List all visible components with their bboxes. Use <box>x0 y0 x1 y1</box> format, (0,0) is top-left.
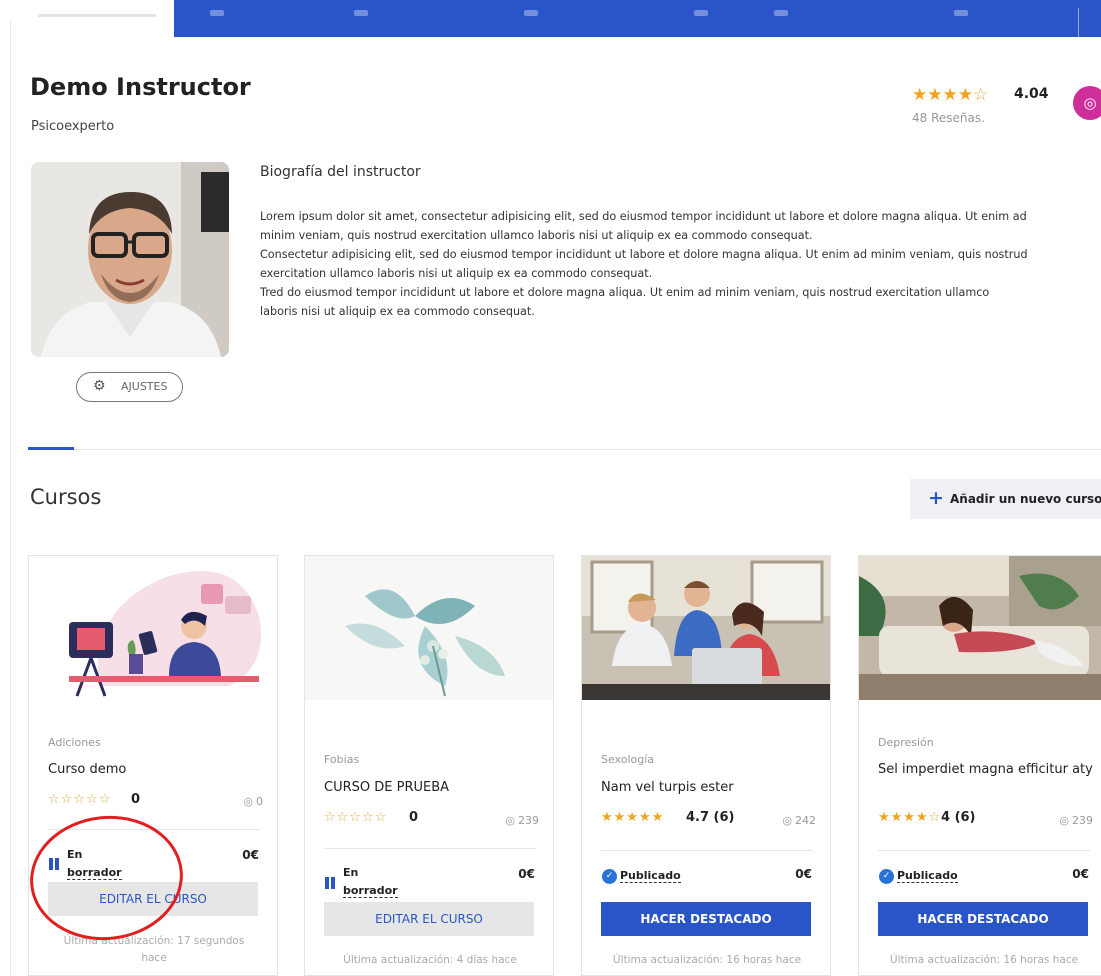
course-category: Depresión <box>878 736 934 749</box>
add-course-button[interactable]: + Añadir un nuevo curso <box>910 479 1101 519</box>
page-left-border <box>10 0 11 976</box>
courses-title: Cursos <box>30 485 102 509</box>
course-status[interactable]: Publicado <box>897 867 958 885</box>
course-title[interactable]: CURSO DE PRUEBA <box>324 779 544 796</box>
last-updated: Última actualización: 16 horas hace <box>612 954 802 966</box>
nav-icon[interactable] <box>694 10 708 16</box>
course-thumbnail[interactable] <box>29 556 277 700</box>
course-status[interactable]: Publicado <box>620 867 681 885</box>
last-updated: Última actualización: 4 días hace <box>343 954 517 966</box>
feature-course-button[interactable]: HACER DESTACADO <box>601 902 811 936</box>
course-price: 0€ <box>795 867 812 881</box>
bio-title: Biografía del instructor <box>260 164 421 180</box>
course-title[interactable]: Curso demo <box>48 761 268 778</box>
bio-text: Lorem ipsum dolor sit amet, consectetur … <box>260 207 1101 321</box>
pause-icon <box>325 877 335 889</box>
status-line: borrador <box>343 884 398 898</box>
course-title[interactable]: Sel imperdiet magna efficitur aty <box>878 761 1098 778</box>
course-views: ◎ 239 <box>1059 814 1093 827</box>
nav-icon[interactable] <box>954 10 968 16</box>
nav-left-area <box>0 0 174 20</box>
eye-icon: ◎ <box>782 814 792 827</box>
card-separator <box>878 850 1090 851</box>
last-updated: Última actualización: 16 horas hace <box>889 954 1079 966</box>
status-line: Publicado <box>897 869 958 883</box>
status-line: Publicado <box>620 869 681 883</box>
course-score: 0 <box>131 792 141 807</box>
course-views: ◎ 242 <box>782 814 816 827</box>
course-score: 0 <box>409 810 419 825</box>
bio-line: minim veniam, quis nostrud exercitation … <box>260 229 813 242</box>
eye-icon: ◎ <box>505 814 515 827</box>
plus-icon: + <box>928 487 944 509</box>
add-course-label: Añadir un nuevo curso <box>950 492 1101 506</box>
bio-line: laboris nisi ut aliquip ex ea commodo co… <box>260 305 535 318</box>
section-divider <box>28 449 1101 450</box>
instagram-icon[interactable]: ◎ <box>1073 86 1101 120</box>
course-score: 4 (6) <box>941 810 976 825</box>
course-status[interactable]: En borrador <box>343 864 398 900</box>
rating-value: 4.04 <box>1014 86 1049 102</box>
bio-line: Lorem ipsum dolor sit amet, consectetur … <box>260 210 1027 223</box>
divider-accent <box>28 447 74 450</box>
course-category: Fobias <box>324 753 360 766</box>
views-count: 239 <box>518 814 539 827</box>
views-count: 242 <box>795 814 816 827</box>
course-category: Sexología <box>601 753 655 766</box>
bio-line: Consectetur adipisicing elit, sed do eiu… <box>260 248 1028 261</box>
feature-course-button[interactable]: HACER DESTACADO <box>878 902 1088 936</box>
card-separator <box>324 848 536 849</box>
check-circle-icon: ✓ <box>879 869 894 884</box>
settings-button[interactable]: ⚙ AJUSTES <box>76 372 183 402</box>
instructor-name: Demo Instructor <box>30 73 251 101</box>
course-card[interactable]: Sexología Nam vel turpis ester ★★★★★ 4.7… <box>581 555 831 976</box>
course-category: Adiciones <box>48 736 101 749</box>
nav-icon[interactable] <box>524 10 538 16</box>
settings-label: AJUSTES <box>121 380 168 393</box>
course-thumbnail[interactable] <box>305 556 553 700</box>
eye-icon: ◎ <box>1059 814 1069 827</box>
nav-separator <box>1078 8 1079 37</box>
status-line: En <box>343 866 359 879</box>
course-title[interactable]: Nam vel turpis ester <box>601 779 821 796</box>
instructor-avatar <box>31 162 229 357</box>
nav-icon[interactable] <box>210 10 224 16</box>
course-price: 0€ <box>242 848 259 862</box>
course-views: ◎ 0 <box>243 795 263 808</box>
reviews-count[interactable]: 48 Reseñas. <box>912 111 985 125</box>
instructor-rating: ★★★★☆ 4.04 48 Reseñas. <box>912 85 1049 125</box>
nav-icon[interactable] <box>774 10 788 16</box>
last-updated-line: hace <box>141 952 167 964</box>
course-thumbnail[interactable] <box>859 556 1101 700</box>
gear-icon: ⚙ <box>93 378 106 394</box>
instructor-role: Psicoexperto <box>31 119 115 134</box>
rating-stars: ★★★★☆ <box>912 85 989 105</box>
nav-icon[interactable] <box>354 10 368 16</box>
bio-line: Tred do eiusmod tempor incididunt ut lab… <box>260 286 990 299</box>
edit-course-button[interactable]: EDITAR EL CURSO <box>324 902 534 936</box>
views-count: 239 <box>1072 814 1093 827</box>
course-stars: ☆☆☆☆☆ <box>48 792 112 807</box>
course-stars: ☆☆☆☆☆ <box>324 810 388 825</box>
course-card[interactable]: Fobias CURSO DE PRUEBA ☆☆☆☆☆ 0 ◎ 239 En b… <box>304 555 554 976</box>
course-stars: ★★★★★ <box>601 810 665 825</box>
course-price: 0€ <box>1072 867 1089 881</box>
course-thumbnail[interactable] <box>582 556 830 700</box>
check-circle-icon: ✓ <box>602 869 617 884</box>
views-count: 0 <box>256 795 263 808</box>
top-nav-bar[interactable] <box>174 0 1101 37</box>
course-card[interactable]: Depresión Sel imperdiet magna efficitur … <box>858 555 1101 976</box>
course-price: 0€ <box>518 867 535 881</box>
eye-icon: ◎ <box>243 795 253 808</box>
course-stars: ★★★★☆ <box>878 810 942 825</box>
last-updated: Última actualización: 17 segundos hace <box>39 933 269 967</box>
card-separator <box>601 850 813 851</box>
bio-line: exercitation ullamco laboris nisi ut ali… <box>260 267 653 280</box>
course-score: 4.7 (6) <box>686 810 735 825</box>
course-views: ◎ 239 <box>505 814 539 827</box>
